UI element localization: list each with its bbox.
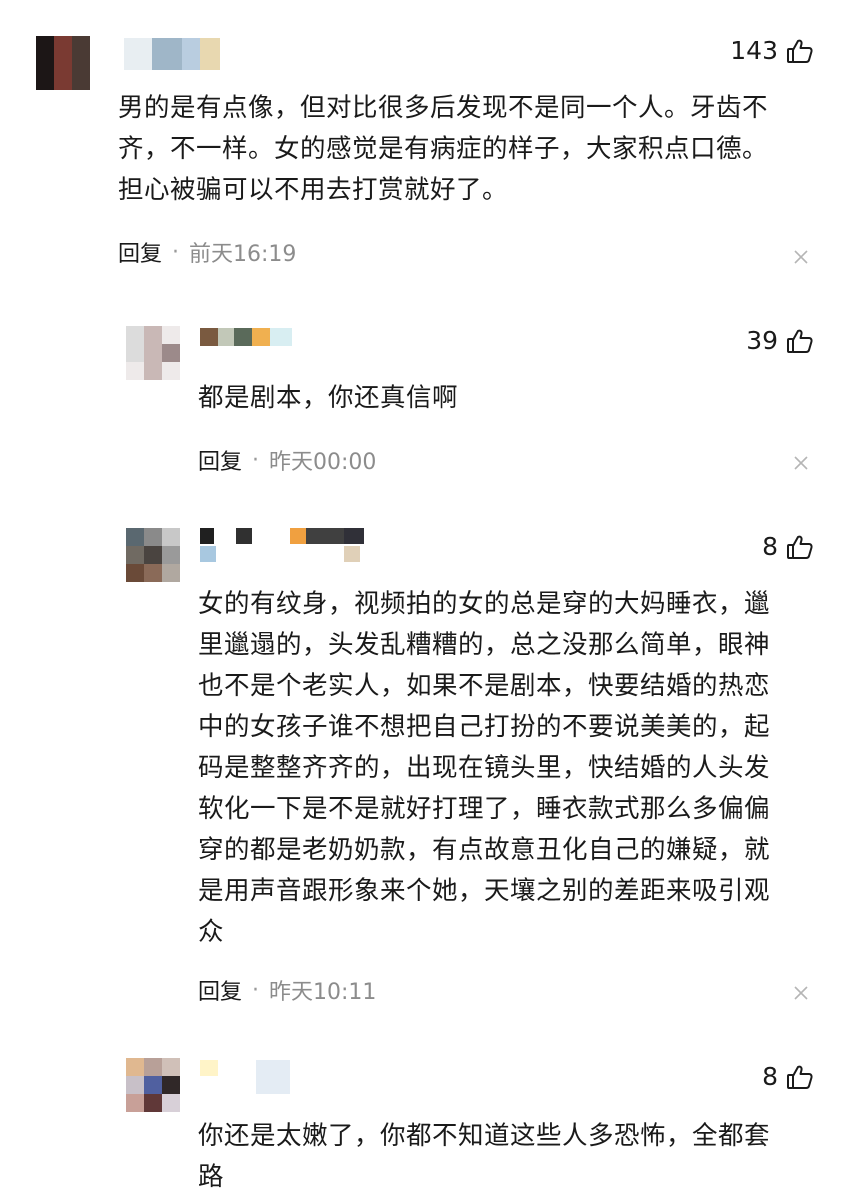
meta-separator: · [252,977,260,1003]
reply-button[interactable]: 回复 [118,236,162,268]
timestamp: 昨天10:11 [269,980,377,1005]
close-icon[interactable] [794,456,808,470]
thumbs-up-icon [786,37,814,65]
comment-text: 女的有纹身，视频拍的女的总是穿的大妈睡衣，邋 里邋遢的，头发乱糟糟的，总之没那么… [198,589,771,947]
avatar[interactable] [36,36,90,90]
timestamp: 昨天00:00 [269,450,377,475]
reply-button[interactable]: 回复 [198,444,242,476]
avatar[interactable] [126,1058,180,1112]
close-icon[interactable] [794,250,808,264]
thumbs-up-icon [786,327,814,355]
like-count: 143 [730,36,778,65]
like-button[interactable]: 8 [762,1062,814,1091]
comment-text: 你还是太嫩了，你都不知道这些人多恐怖，全都套 路 [198,1121,771,1192]
thumbs-up-icon [786,1063,814,1091]
reply-button[interactable]: 回复 [198,974,242,1006]
comment-text: 男的是有点像，但对比很多后发现不是同一个人。牙齿不 齐，不一样。女的感觉是有病症… [118,93,769,205]
comment-meta: 回复 · 前天16:19 [118,236,296,268]
username-blurred[interactable] [200,1060,290,1094]
comment-meta: 回复 · 昨天10:11 [198,974,376,1006]
like-button[interactable]: 8 [762,532,814,561]
avatar[interactable] [126,326,180,380]
username-blurred[interactable] [124,38,220,70]
timestamp: 前天16:19 [189,242,297,267]
meta-separator: · [252,447,260,473]
username-blurred[interactable] [200,328,292,346]
comment-meta: 回复 · 昨天00:00 [198,444,376,476]
like-count: 8 [762,1062,778,1091]
close-icon[interactable] [794,986,808,1000]
username-blurred-row2 [200,546,364,562]
thumbs-up-icon [786,533,814,561]
avatar[interactable] [126,528,180,582]
like-button[interactable]: 39 [746,326,814,355]
comment-text: 都是剧本，你还真信啊 [198,383,459,413]
like-button[interactable]: 143 [730,36,814,65]
meta-separator: · [172,239,180,265]
like-count: 8 [762,532,778,561]
like-count: 39 [746,326,778,355]
